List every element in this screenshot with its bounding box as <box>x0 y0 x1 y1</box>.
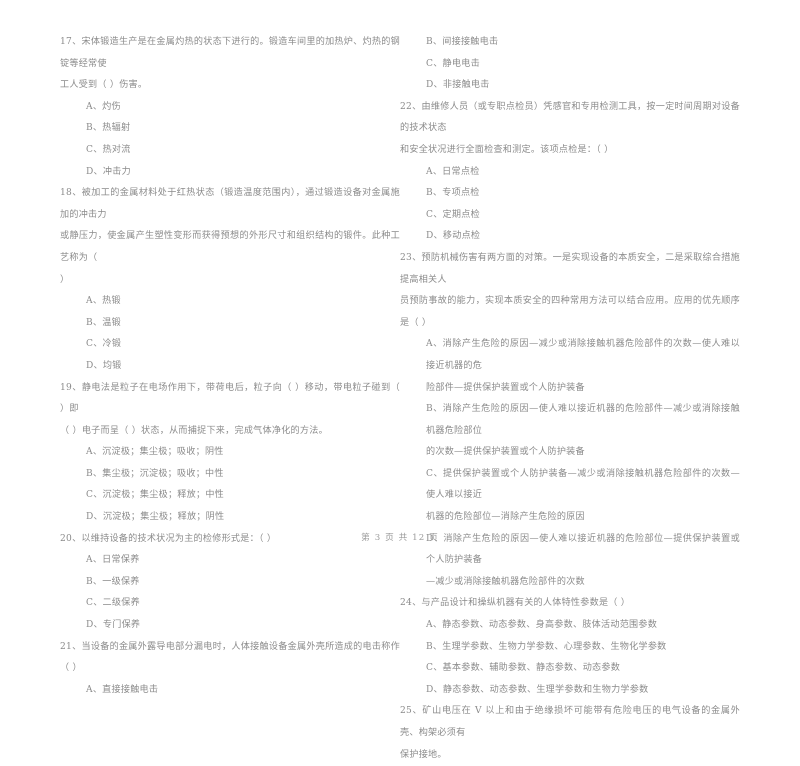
question-24: 24、与产品设计和操纵机器有关的人体特性参数是（ ） A、静态参数、动态参数、身… <box>400 593 740 701</box>
question-18-option-d[interactable]: D、均锻 <box>60 356 400 378</box>
question-18-stem-line-2: 或静压力，使金属产生塑性变形而获得预想的外形尺寸和组织结构的锻件。此种工艺称为（ <box>60 231 400 263</box>
question-19: 19、静电法是粒子在电场作用下，带荷电后，粒子向（ ）移动，带电粒子碰到（ ）即… <box>60 378 400 529</box>
question-23-option-c[interactable]: C、提供保护装置或个人防护装备—减少或消除接触机器危险部件的次数—使人难以接近 <box>400 464 740 507</box>
question-17-option-c[interactable]: C、热对流 <box>60 140 400 162</box>
question-24-stem-line-1: 24、与产品设计和操纵机器有关的人体特性参数是（ ） <box>400 598 631 609</box>
question-22: 22、由维修人员（或专职点检员）凭感官和专用检测工具，按一定时间周期对设备的技术… <box>400 97 740 248</box>
question-24-option-c[interactable]: C、基本参数、辅助参数、静态参数、动态参数 <box>400 658 740 680</box>
question-24-option-a[interactable]: A、静态参数、动态参数、身高参数、肢体活动范围参数 <box>400 615 740 637</box>
question-18-option-c[interactable]: C、冷锻 <box>60 334 400 356</box>
question-25-stem-line-1: 25、矿山电压在 V 以上和由于绝缘损坏可能带有危险电压的电气设备的金属外壳、构… <box>400 706 740 738</box>
question-23-option-b[interactable]: B、消除产生危险的原因—使人难以接近机器的危险部件—减少或消除接触机器危险部位 <box>400 399 740 442</box>
question-21-option-d[interactable]: D、非接触电击 <box>400 75 740 97</box>
question-20-option-d[interactable]: D、专门保养 <box>60 615 400 637</box>
question-25: 25、矿山电压在 V 以上和由于绝缘损坏可能带有危险电压的电气设备的金属外壳、构… <box>400 701 740 766</box>
question-17-stem-line-2: 工人受到（ ）伤害。 <box>60 80 148 91</box>
question-25-stem-line-2: 保护接地。 <box>400 749 447 760</box>
question-21-option-c[interactable]: C、静电电击 <box>400 54 740 76</box>
question-22-option-a[interactable]: A、日常点检 <box>400 162 740 184</box>
question-22-option-b[interactable]: B、专项点检 <box>400 183 740 205</box>
question-23-option-b-wrap[interactable]: 的次数—提供保护装置或个人防护装备 <box>400 442 740 464</box>
question-23-stem-line-1: 23、预防机械伤害有两方面的对策。一是实现设备的本质安全，二是采取综合措施提高相… <box>400 252 740 285</box>
question-18: 18、被加工的金属材料处于红热状态（锻造温度范围内），通过锻造设备对金属施加的冲… <box>60 183 400 377</box>
question-19-option-b[interactable]: B、集尘极；沉淀极；吸收；中性 <box>60 464 400 486</box>
question-22-stem-line-1: 22、由维修人员（或专职点检员）凭感官和专用检测工具，按一定时间周期对设备的技术… <box>400 101 740 134</box>
question-21-continued: B、间接接触电击 C、静电电击 D、非接触电击 <box>400 32 740 97</box>
question-17-option-b[interactable]: B、热辐射 <box>60 118 400 140</box>
question-19-stem-line-1: 19、静电法是粒子在电场作用下，带荷电后，粒子向（ ）移动，带电粒子碰到（ ）即 <box>60 382 400 415</box>
question-20-option-b[interactable]: B、一级保养 <box>60 572 400 594</box>
question-20-option-c[interactable]: C、二级保养 <box>60 593 400 615</box>
question-18-option-a[interactable]: A、热锻 <box>60 291 400 313</box>
question-20: 20、以维持设备的技术状况为主的检修形式是：（ ） A、日常保养 B、一级保养 … <box>60 529 400 637</box>
question-24-option-d[interactable]: D、静态参数、动态参数、生理学参数和生物力学参数 <box>400 680 740 702</box>
question-17-option-a[interactable]: A、灼伤 <box>60 97 400 119</box>
left-column: 17、宋体锻造生产是在金属灼热的状态下进行的。锻造车间里的加热炉、灼热的钢锭等经… <box>60 32 400 701</box>
question-19-option-c[interactable]: C、沉淀极；集尘极；释放；中性 <box>60 485 400 507</box>
question-23-option-a[interactable]: A、消除产生危险的原因—减少或消除接触机器危险部件的次数—使人难以接近机器的危 <box>400 334 740 377</box>
question-22-stem-line-2: 和安全状况进行全面检查和测定。该项点检是：（ ） <box>400 144 614 155</box>
page-footer: 第 3 页 共 12 页 <box>361 533 439 543</box>
question-23-stem-line-2: 员预防事故的能力，实现本质安全的四种常用方法可以结合应用。应用的优先顺序是（ ） <box>400 296 740 328</box>
question-23-option-a-wrap[interactable]: 险部件—提供保护装置或个人防护装备 <box>400 378 740 400</box>
question-17: 17、宋体锻造生产是在金属灼热的状态下进行的。锻造车间里的加热炉、灼热的钢锭等经… <box>60 32 400 183</box>
question-19-option-a[interactable]: A、沉淀极；集尘极；吸收；阴性 <box>60 442 400 464</box>
question-19-stem-line-2: （ ）电子而呈（ ）状态，从而捕捉下来，完成气体净化的方法。 <box>60 425 328 436</box>
question-21-option-b[interactable]: B、间接接触电击 <box>400 32 740 54</box>
right-column: B、间接接触电击 C、静电电击 D、非接触电击 22、由维修人员（或专职点检员）… <box>400 32 740 766</box>
question-24-option-b[interactable]: B、生理学参数、生物力学参数、心理参数、生物化学参数 <box>400 637 740 659</box>
exam-page: 17、宋体锻造生产是在金属灼热的状态下进行的。锻造车间里的加热炉、灼热的钢锭等经… <box>0 0 800 760</box>
question-22-option-c[interactable]: C、定期点检 <box>400 205 740 227</box>
question-23-option-d-wrap[interactable]: —减少或消除接触机器危险部件的次数 <box>400 572 740 594</box>
question-18-option-b[interactable]: B、温锻 <box>60 313 400 335</box>
question-21-option-a[interactable]: A、直接接触电击 <box>60 680 400 702</box>
question-18-stem-line-3: ） <box>60 274 70 285</box>
question-17-stem-line-1: 17、宋体锻造生产是在金属灼热的状态下进行的。锻造车间里的加热炉、灼热的钢锭等经… <box>60 37 400 69</box>
question-19-option-d[interactable]: D、沉淀极；集尘极；释放；阴性 <box>60 507 400 529</box>
question-18-stem-line-1: 18、被加工的金属材料处于红热状态（锻造温度范围内），通过锻造设备对金属施加的冲… <box>60 188 400 220</box>
question-20-option-a[interactable]: A、日常保养 <box>60 550 400 572</box>
question-22-option-d[interactable]: D、移动点检 <box>400 226 740 248</box>
question-23-option-c-wrap[interactable]: 机器的危险部位—消除产生危险的原因 <box>400 507 740 529</box>
question-21: 21、当设备的金属外露导电部分漏电时，人体接触设备金属外壳所造成的电击称作（ ）… <box>60 637 400 702</box>
two-column-body: 17、宋体锻造生产是在金属灼热的状态下进行的。锻造车间里的加热炉、灼热的钢锭等经… <box>0 32 800 766</box>
question-21-stem-line-1: 21、当设备的金属外露导电部分漏电时，人体接触设备金属外壳所造成的电击称作（ ） <box>60 641 400 674</box>
question-17-option-d[interactable]: D、冲击力 <box>60 162 400 184</box>
